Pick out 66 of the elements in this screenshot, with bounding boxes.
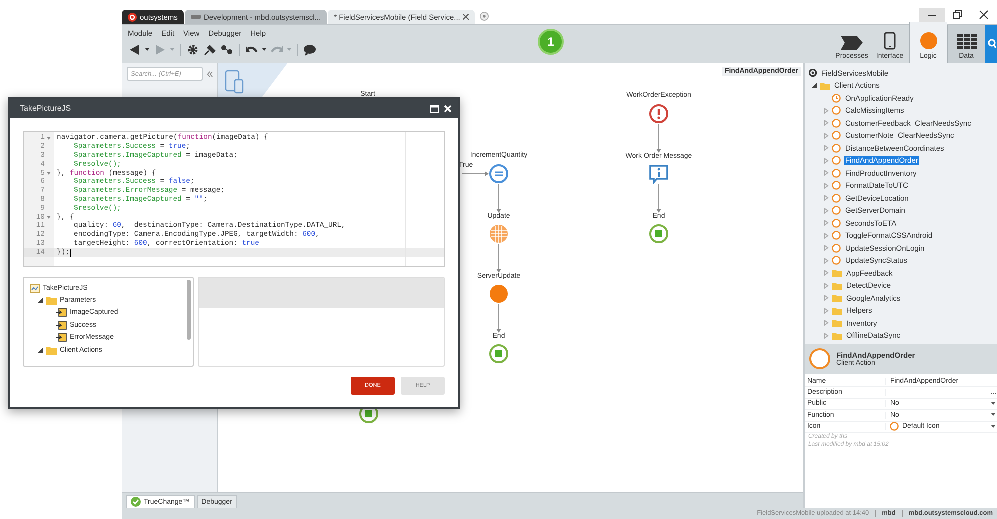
caret-icon[interactable]	[991, 413, 996, 418]
grid-icon	[956, 34, 976, 50]
connector-arrow	[656, 184, 662, 213]
caret-icon[interactable]	[145, 48, 150, 52]
folder-icon	[832, 269, 842, 278]
folder-icon	[820, 82, 830, 90]
process-shape-icon	[841, 36, 863, 50]
connector-arrow	[496, 184, 502, 213]
input-parameter-icon	[56, 333, 67, 342]
folder-icon	[46, 346, 57, 355]
assign-node-icon[interactable]	[489, 164, 509, 184]
new-tab-icon[interactable]	[480, 12, 490, 21]
search-icon	[987, 39, 997, 49]
end-node-icon[interactable]	[649, 224, 669, 244]
connector-arrow	[496, 244, 502, 273]
phone-icon	[884, 32, 896, 50]
speech-bubble-icon[interactable]	[303, 44, 317, 56]
event-icon	[832, 94, 842, 103]
folder-icon	[46, 296, 57, 306]
action-icon	[890, 422, 900, 432]
expander-icon[interactable]	[812, 83, 818, 88]
action-icon	[809, 348, 832, 370]
fold-icon[interactable]	[47, 172, 51, 176]
input-parameter-icon	[56, 320, 67, 330]
more-icon[interactable]	[991, 391, 996, 394]
input-parameter-icon	[56, 308, 67, 318]
gear-icon[interactable]	[186, 44, 200, 56]
connector-arrow	[496, 304, 502, 333]
page-icon	[190, 14, 201, 20]
step-badge: 1	[538, 29, 564, 55]
folder-icon	[832, 332, 842, 340]
fold-icon[interactable]	[47, 216, 51, 220]
search-tab[interactable]	[985, 25, 997, 63]
collapse-icon[interactable]	[207, 70, 213, 78]
code-editor[interactable]	[23, 131, 445, 267]
server-action-node-icon[interactable]	[489, 284, 509, 304]
text-cursor	[70, 248, 71, 257]
expander-icon[interactable]	[38, 298, 43, 304]
caret-icon[interactable]	[262, 48, 267, 52]
exception-node-icon[interactable]	[649, 104, 669, 124]
folder-icon	[832, 319, 842, 328]
end-node-icon[interactable]	[489, 344, 509, 364]
folder-icon	[832, 306, 842, 315]
check-icon	[131, 497, 141, 507]
grid-node-icon[interactable]	[489, 224, 509, 244]
folder-icon	[832, 282, 842, 290]
caret-icon[interactable]	[991, 424, 996, 429]
expander-icon[interactable]	[38, 348, 43, 353]
module-icon	[809, 69, 818, 78]
caret-icon[interactable]	[991, 402, 996, 406]
script-icon	[30, 284, 40, 293]
close-icon[interactable]	[463, 14, 470, 20]
connected-dots-icon[interactable]	[220, 44, 234, 56]
minimize-icon[interactable]	[919, 8, 945, 22]
maximize-icon[interactable]	[430, 104, 439, 112]
plug-icon[interactable]	[203, 44, 217, 56]
logo-icon	[128, 12, 137, 22]
message-node-icon[interactable]	[649, 164, 669, 184]
dialog-title: TakePictureJS	[20, 104, 72, 113]
scrollbar[interactable]	[187, 280, 191, 340]
back-arrow-icon[interactable]	[128, 44, 142, 56]
connector-arrow	[462, 172, 489, 176]
fold-icon[interactable]	[47, 136, 51, 140]
connector-arrow	[656, 124, 662, 153]
folder-icon	[832, 294, 842, 302]
logic-icon	[920, 32, 938, 50]
